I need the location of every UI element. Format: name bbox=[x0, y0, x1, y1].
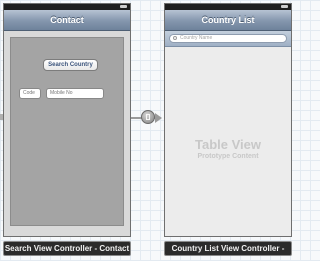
segue-arrow-icon bbox=[155, 113, 162, 123]
country-search-input[interactable]: Country Name bbox=[169, 34, 287, 43]
segue-icon[interactable] bbox=[141, 110, 155, 124]
table-view-subtitle: Prototype Content bbox=[197, 153, 259, 160]
incoming-segue-stub bbox=[0, 114, 3, 120]
country-list-scene[interactable]: Country List Country Name Table View Pro… bbox=[164, 3, 292, 237]
contact-nav-title: Contact bbox=[50, 15, 84, 25]
country-nav-title: Country List bbox=[201, 15, 255, 25]
country-search-bar[interactable]: Country Name bbox=[165, 31, 291, 47]
country-scene-caption[interactable]: Country List View Controller - bbox=[164, 241, 292, 256]
contact-scene-caption[interactable]: Search View Controller - Contact bbox=[3, 241, 131, 256]
mobile-number-field[interactable]: Mobile No bbox=[46, 88, 104, 99]
push-segue-glyph bbox=[146, 114, 150, 120]
battery-icon bbox=[281, 5, 288, 8]
table-view-title: Table View bbox=[195, 137, 261, 152]
battery-icon bbox=[120, 5, 127, 8]
code-field[interactable]: Code bbox=[19, 88, 41, 99]
search-icon bbox=[173, 36, 177, 40]
search-country-button[interactable]: Search Country bbox=[43, 59, 98, 71]
country-table-view[interactable]: Table View Prototype Content bbox=[165, 47, 291, 236]
contact-scene[interactable]: Contact bbox=[3, 3, 131, 237]
search-placeholder: Country Name bbox=[180, 35, 213, 41]
contact-navigation-bar: Contact bbox=[4, 10, 130, 31]
country-navigation-bar: Country List bbox=[165, 10, 291, 31]
